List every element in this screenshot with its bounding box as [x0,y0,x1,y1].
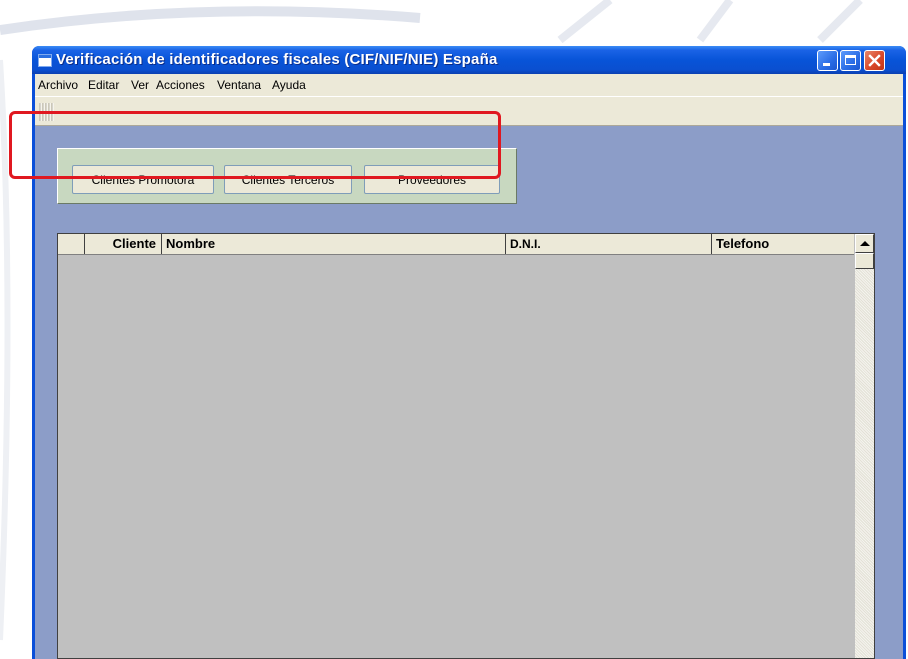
column-header-telefono[interactable]: Telefono [712,234,854,254]
window-title: Verificación de identificadores fiscales… [56,51,498,68]
data-grid[interactable]: Cliente Nombre D.N.I. Telefono [57,233,875,659]
scroll-up-button[interactable] [855,234,874,253]
window-client-area: Archivo Editar Ver Acciones Ventana Ayud… [35,74,903,659]
scroll-thumb[interactable] [855,253,874,269]
button-panel: Clientes Promotora Clientes Terceros Pro… [57,148,517,204]
clientes-promotora-button[interactable]: Clientes Promotora [72,165,214,194]
menu-ayuda[interactable]: Ayuda [272,78,306,92]
maximize-button[interactable] [840,50,861,71]
maximize-icon [845,55,856,65]
row-selector-header[interactable] [58,234,85,254]
menu-editar[interactable]: Editar [88,78,119,92]
column-header-cliente[interactable]: Cliente [85,234,162,254]
menu-ventana[interactable]: Ventana [217,78,261,92]
menu-archivo[interactable]: Archivo [38,78,78,92]
menu-ver[interactable]: Ver [131,78,149,92]
grid-header: Cliente Nombre D.N.I. Telefono [58,234,854,255]
minimize-button[interactable] [817,50,838,71]
proveedores-button[interactable]: Proveedores [364,165,500,194]
mdi-workspace: Clientes Promotora Clientes Terceros Pro… [35,126,903,659]
menu-bar: Archivo Editar Ver Acciones Ventana Ayud… [35,74,903,96]
column-header-dni[interactable]: D.N.I. [506,234,712,254]
clientes-terceros-button[interactable]: Clientes Terceros [224,165,352,194]
close-button[interactable] [864,50,885,71]
close-icon [868,54,881,67]
vertical-scrollbar[interactable] [854,234,874,658]
toolbar [35,96,903,126]
toolbar-grip-icon[interactable] [39,102,55,122]
app-window-icon[interactable] [38,54,52,67]
title-bar[interactable]: Verificación de identificadores fiscales… [32,46,906,74]
menu-acciones[interactable]: Acciones [156,78,205,92]
column-header-nombre[interactable]: Nombre [162,234,506,254]
app-window: Verificación de identificadores fiscales… [32,46,906,659]
minimize-icon [823,63,830,66]
